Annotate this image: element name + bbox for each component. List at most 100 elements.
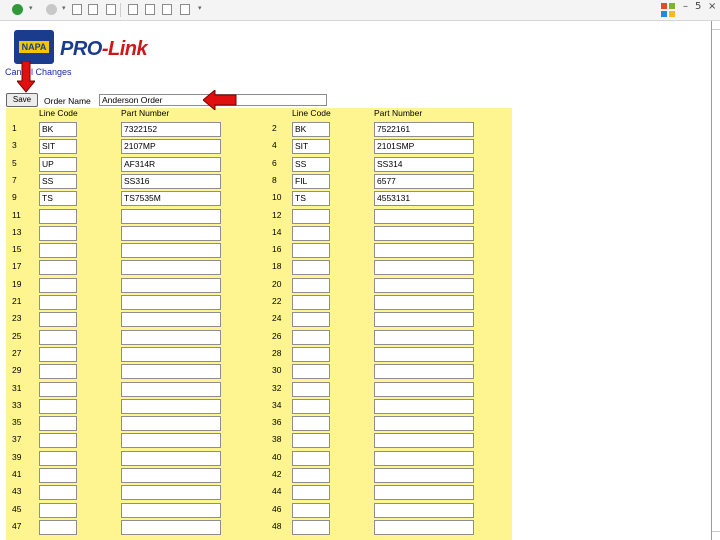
part-number-input[interactable] [374, 329, 474, 345]
line-code-input[interactable] [292, 433, 330, 449]
line-code-input[interactable] [39, 208, 77, 224]
line-code-input[interactable] [292, 450, 330, 466]
line-code-input[interactable] [292, 260, 330, 276]
part-number-input[interactable] [121, 416, 221, 432]
part-number-input[interactable] [121, 485, 221, 501]
part-number-input[interactable] [121, 260, 221, 276]
line-code-input[interactable]: UP [39, 156, 77, 172]
part-number-input[interactable] [121, 243, 221, 259]
part-number-input[interactable] [374, 519, 474, 535]
line-code-input[interactable] [292, 502, 330, 518]
line-code-input[interactable]: SS [39, 173, 77, 189]
part-number-input[interactable] [121, 398, 221, 414]
line-code-input[interactable] [39, 519, 77, 535]
part-number-input[interactable]: 7322152 [121, 122, 221, 137]
line-code-input[interactable] [292, 312, 330, 328]
line-code-input[interactable]: BK [292, 122, 330, 137]
history-icon[interactable] [162, 4, 172, 15]
line-code-input[interactable] [39, 260, 77, 276]
part-number-input[interactable] [121, 329, 221, 345]
back-dropdown-icon[interactable]: ▾ [29, 4, 33, 12]
line-code-input[interactable]: BK [39, 122, 77, 137]
part-number-input[interactable] [374, 485, 474, 501]
favorites-icon[interactable] [145, 4, 155, 15]
restore-button[interactable]: 5 [695, 1, 701, 12]
mail-icon[interactable] [180, 4, 190, 15]
line-code-input[interactable] [292, 225, 330, 241]
line-code-input[interactable] [292, 208, 330, 224]
part-number-input[interactable] [374, 312, 474, 328]
line-code-input[interactable]: TS [292, 191, 330, 207]
line-code-input[interactable] [39, 277, 77, 293]
cancel-changes-link[interactable]: Cancel Changes [5, 67, 72, 77]
part-number-input[interactable] [121, 346, 221, 362]
refresh-icon[interactable] [88, 4, 98, 15]
line-code-input[interactable] [39, 312, 77, 328]
line-code-input[interactable] [292, 485, 330, 501]
part-number-input[interactable] [121, 468, 221, 483]
minimize-button[interactable]: – [683, 1, 688, 12]
part-number-input[interactable]: 7522161 [374, 122, 474, 137]
part-number-input[interactable]: 2101SMP [374, 139, 474, 155]
part-number-input[interactable]: SS316 [121, 173, 221, 189]
line-code-input[interactable] [39, 502, 77, 518]
line-code-input[interactable] [39, 346, 77, 362]
line-code-input[interactable] [292, 329, 330, 345]
part-number-input[interactable] [374, 364, 474, 380]
part-number-input[interactable] [374, 295, 474, 310]
part-number-input[interactable] [121, 277, 221, 293]
search-icon[interactable] [128, 4, 138, 15]
close-button[interactable]: × [708, 1, 716, 12]
line-code-input[interactable] [39, 416, 77, 432]
home-icon[interactable] [106, 4, 116, 15]
part-number-input[interactable] [374, 225, 474, 241]
line-code-input[interactable] [292, 519, 330, 535]
part-number-input[interactable] [121, 364, 221, 380]
part-number-input[interactable] [374, 433, 474, 449]
part-number-input[interactable] [374, 346, 474, 362]
line-code-input[interactable] [39, 485, 77, 501]
part-number-input[interactable]: TS7535M [121, 191, 221, 207]
part-number-input[interactable]: 6577 [374, 173, 474, 189]
line-code-input[interactable]: FIL [292, 173, 330, 189]
line-code-input[interactable]: TS [39, 191, 77, 207]
line-code-input[interactable] [292, 243, 330, 259]
toolbar-overflow-icon[interactable]: ▾ [198, 4, 202, 12]
part-number-input[interactable] [374, 208, 474, 224]
line-code-input[interactable]: SS [292, 156, 330, 172]
part-number-input[interactable] [374, 502, 474, 518]
line-code-input[interactable] [39, 433, 77, 449]
line-code-input[interactable] [292, 364, 330, 380]
part-number-input[interactable] [121, 502, 221, 518]
line-code-input[interactable] [39, 398, 77, 414]
line-code-input[interactable] [292, 381, 330, 397]
line-code-input[interactable] [39, 450, 77, 466]
line-code-input[interactable] [292, 416, 330, 432]
part-number-input[interactable]: AF314R [121, 156, 221, 172]
part-number-input[interactable]: SS314 [374, 156, 474, 172]
part-number-input[interactable] [374, 381, 474, 397]
part-number-input[interactable] [374, 468, 474, 483]
part-number-input[interactable] [121, 433, 221, 449]
line-code-input[interactable] [39, 329, 77, 345]
part-number-input[interactable] [121, 519, 221, 535]
part-number-input[interactable] [374, 416, 474, 432]
part-number-input[interactable] [121, 295, 221, 310]
part-number-input[interactable] [374, 260, 474, 276]
vertical-scrollbar[interactable] [711, 21, 720, 540]
part-number-input[interactable] [121, 450, 221, 466]
part-number-input[interactable]: 4553131 [374, 191, 474, 207]
part-number-input[interactable]: 2107MP [121, 139, 221, 155]
line-code-input[interactable]: SIT [39, 139, 77, 155]
line-code-input[interactable] [292, 346, 330, 362]
line-code-input[interactable]: SIT [292, 139, 330, 155]
part-number-input[interactable] [121, 312, 221, 328]
line-code-input[interactable] [39, 243, 77, 259]
line-code-input[interactable] [39, 381, 77, 397]
scroll-up-arrow-icon[interactable] [712, 21, 720, 30]
back-icon[interactable] [12, 4, 23, 15]
save-button[interactable]: Save [6, 93, 38, 107]
part-number-input[interactable] [121, 225, 221, 241]
line-code-input[interactable] [292, 398, 330, 414]
forward-icon[interactable] [46, 4, 57, 15]
